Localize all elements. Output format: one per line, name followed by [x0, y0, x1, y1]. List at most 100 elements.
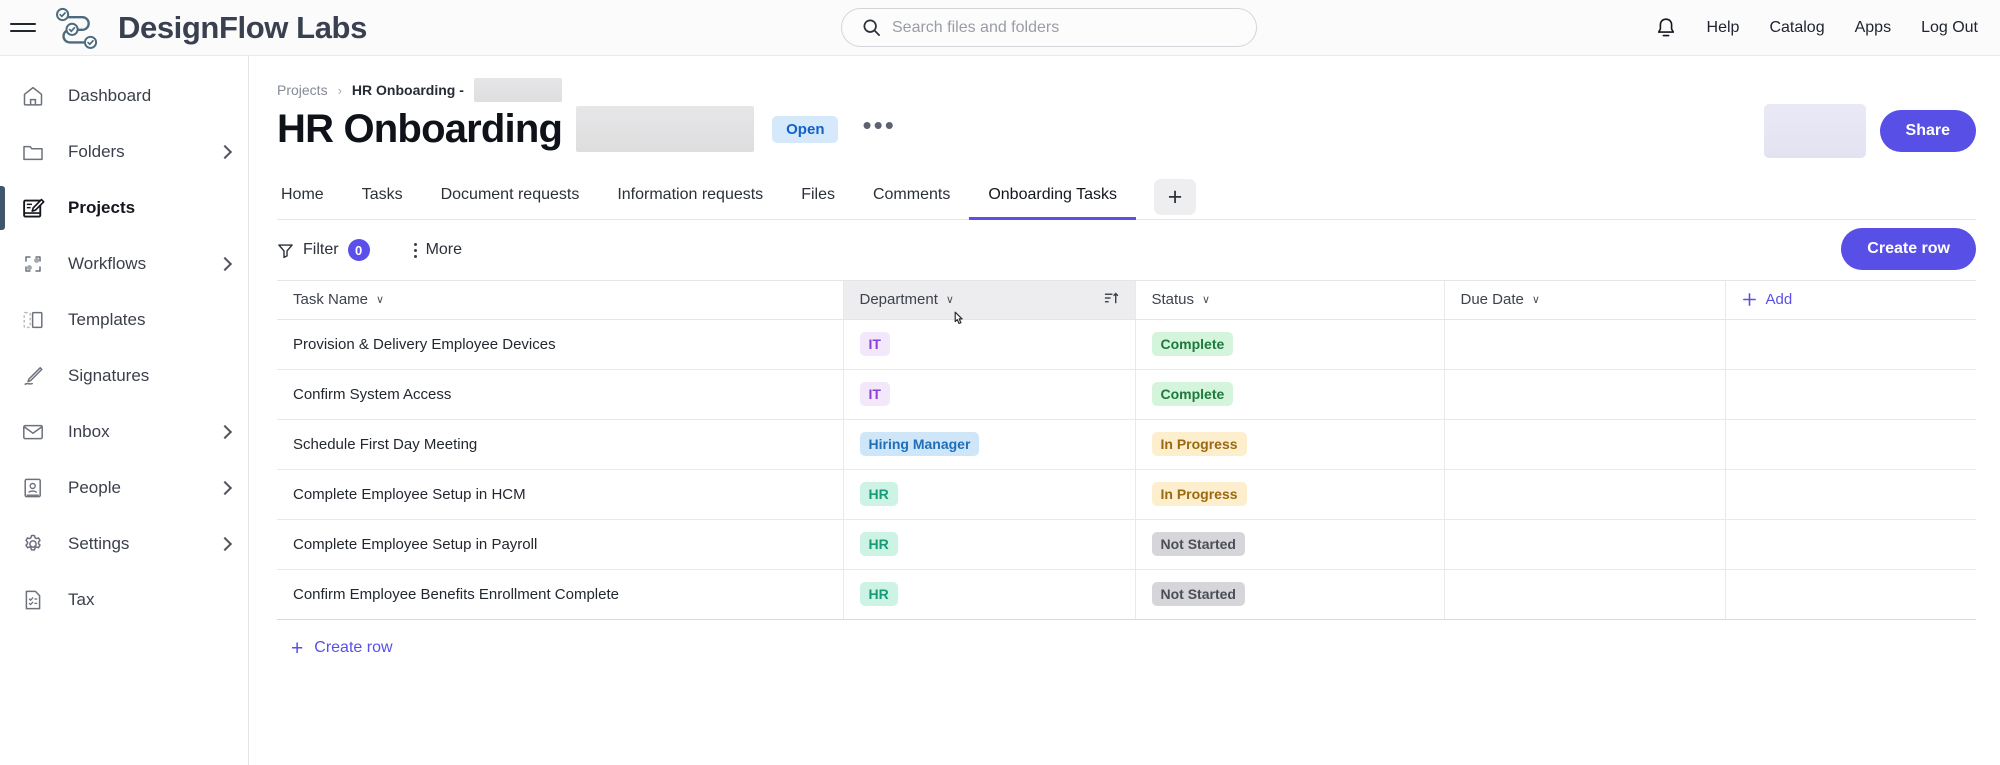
breadcrumb-current: HR Onboarding - — [351, 82, 464, 98]
chevron-down-icon[interactable]: ∨ — [1202, 293, 1210, 306]
tab-document-requests[interactable]: Document requests — [422, 186, 599, 220]
create-row-link-label: Create row — [314, 639, 393, 656]
create-row-link[interactable]: + Create row — [277, 620, 393, 677]
table-row[interactable]: Schedule First Day Meeting Hiring Manage… — [277, 419, 1976, 470]
add-tab-button[interactable]: + — [1154, 179, 1196, 215]
chevron-down-icon[interactable]: ∨ — [1532, 293, 1540, 306]
top-link-log-out[interactable]: Log Out — [1921, 19, 1978, 37]
department-pill: HR — [859, 482, 898, 506]
column-label: Department — [859, 291, 938, 309]
chevron-down-icon[interactable]: ∨ — [376, 293, 384, 306]
cell-status[interactable]: In Progress — [1135, 419, 1445, 470]
column-header-department[interactable]: Department ∨ — [843, 281, 1136, 320]
breadcrumb-projects[interactable]: Projects — [277, 82, 328, 98]
cell-task-name[interactable]: Schedule First Day Meeting — [277, 419, 844, 470]
create-row-button[interactable]: Create row — [1841, 228, 1976, 270]
table-row[interactable]: Confirm System Access IT Complete — [277, 369, 1976, 420]
cell-due-date[interactable] — [1444, 569, 1726, 620]
overflow-menu-icon[interactable]: ••• — [862, 112, 895, 140]
sidebar-item-projects[interactable]: Projects — [0, 180, 248, 236]
filter-label: Filter — [303, 241, 339, 258]
cell-department[interactable]: HR — [843, 569, 1136, 620]
sidebar-item-people[interactable]: People — [0, 460, 248, 516]
column-label: Due Date — [1460, 291, 1524, 309]
funnel-icon — [278, 243, 293, 258]
cell-status[interactable]: Complete — [1135, 319, 1445, 370]
status-pill: Complete — [1151, 382, 1234, 406]
table-row[interactable]: Complete Employee Setup in HCM HR In Pro… — [277, 469, 1976, 520]
filter-button[interactable]: Filter 0 — [277, 239, 370, 261]
table-row[interactable]: Complete Employee Setup in Payroll HR No… — [277, 519, 1976, 570]
table-row[interactable]: Provision & Delivery Employee Devices IT… — [277, 319, 1976, 370]
sidebar-label: Signatures — [68, 366, 150, 385]
column-header-due-date[interactable]: Due Date ∨ — [1444, 281, 1726, 320]
cell-due-date[interactable] — [1444, 319, 1726, 370]
sidebar: Dashboard Folders Projects Workflows Tem… — [0, 56, 249, 765]
search-placeholder: Search files and folders — [892, 18, 1060, 36]
cell-due-date[interactable] — [1444, 369, 1726, 420]
top-link-apps[interactable]: Apps — [1855, 19, 1891, 37]
cell-empty — [1725, 519, 1976, 570]
top-bar-actions: Help Catalog Apps Log Out — [1655, 0, 1978, 56]
sidebar-item-folders[interactable]: Folders — [0, 124, 248, 180]
cell-status[interactable]: Complete — [1135, 369, 1445, 420]
cell-due-date[interactable] — [1444, 469, 1726, 520]
cell-department[interactable]: HR — [843, 519, 1136, 570]
cell-status[interactable]: Not Started — [1135, 519, 1445, 570]
tab-information-requests[interactable]: Information requests — [598, 186, 782, 220]
top-link-catalog[interactable]: Catalog — [1769, 19, 1824, 37]
add-column-label: Add — [1765, 291, 1793, 309]
table-row[interactable]: Confirm Employee Benefits Enrollment Com… — [277, 569, 1976, 620]
sort-ascending-icon[interactable] — [1104, 291, 1119, 308]
hamburger-menu-icon[interactable] — [10, 18, 36, 38]
tab-home[interactable]: Home — [277, 186, 343, 220]
gear-icon — [20, 531, 46, 557]
more-button[interactable]: More — [413, 241, 462, 259]
sidebar-item-signatures[interactable]: Signatures — [0, 348, 248, 404]
main-content: Projects › HR Onboarding - HR Onboarding… — [249, 56, 2000, 765]
cell-department[interactable]: Hiring Manager — [843, 419, 1136, 470]
bell-icon[interactable] — [1655, 16, 1677, 40]
tab-tasks[interactable]: Tasks — [343, 186, 422, 220]
brand[interactable]: DesignFlow Labs — [50, 6, 367, 50]
tab-onboarding-tasks[interactable]: Onboarding Tasks — [969, 186, 1136, 220]
search-input[interactable]: Search files and folders — [841, 8, 1257, 47]
cell-due-date[interactable] — [1444, 419, 1726, 470]
cell-empty — [1725, 369, 1976, 420]
chevron-right-icon[interactable] — [217, 536, 233, 552]
search-bar[interactable]: Search files and folders — [841, 8, 1257, 47]
status-pill: In Progress — [1151, 432, 1247, 456]
cell-status[interactable]: In Progress — [1135, 469, 1445, 520]
cell-task-name[interactable]: Complete Employee Setup in Payroll — [277, 519, 844, 570]
chevron-down-icon[interactable]: ∨ — [946, 293, 954, 306]
sidebar-item-tax[interactable]: Tax — [0, 572, 248, 628]
tab-comments[interactable]: Comments — [854, 186, 969, 220]
cell-task-name[interactable]: Complete Employee Setup in HCM — [277, 469, 844, 520]
add-column-button[interactable]: Add — [1725, 281, 1976, 320]
avatar-redacted-block — [1763, 104, 1866, 158]
cell-empty — [1725, 419, 1976, 470]
tab-files[interactable]: Files — [782, 186, 854, 220]
chevron-right-icon[interactable] — [217, 424, 233, 440]
cell-department[interactable]: IT — [843, 369, 1136, 420]
chevron-right-icon[interactable] — [217, 480, 233, 496]
cell-status[interactable]: Not Started — [1135, 569, 1445, 620]
share-button[interactable]: Share — [1879, 110, 1976, 152]
cell-department[interactable]: IT — [843, 319, 1136, 370]
column-header-status[interactable]: Status ∨ — [1135, 281, 1445, 320]
cell-task-name[interactable]: Confirm System Access — [277, 369, 844, 420]
sidebar-item-inbox[interactable]: Inbox — [0, 404, 248, 460]
chevron-right-icon[interactable] — [217, 256, 233, 272]
sidebar-item-workflows[interactable]: Workflows — [0, 236, 248, 292]
status-badge[interactable]: Open — [772, 115, 839, 143]
cell-due-date[interactable] — [1444, 519, 1726, 570]
top-link-help[interactable]: Help — [1707, 19, 1740, 37]
sidebar-item-dashboard[interactable]: Dashboard — [0, 68, 248, 124]
chevron-right-icon[interactable] — [217, 144, 233, 160]
cell-task-name[interactable]: Confirm Employee Benefits Enrollment Com… — [277, 569, 844, 620]
sidebar-item-settings[interactable]: Settings — [0, 516, 248, 572]
column-header-task-name[interactable]: Task Name ∨ — [277, 281, 844, 320]
cell-department[interactable]: HR — [843, 469, 1136, 520]
sidebar-item-templates[interactable]: Templates — [0, 292, 248, 348]
cell-task-name[interactable]: Provision & Delivery Employee Devices — [277, 319, 844, 370]
